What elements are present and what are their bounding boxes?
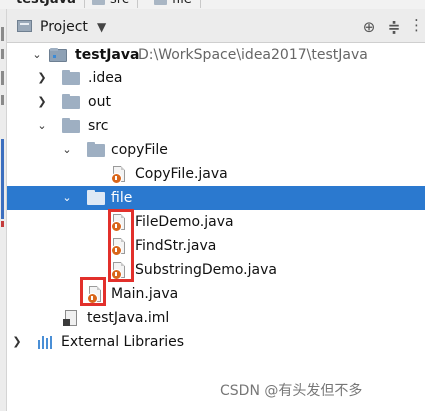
java-class-icon — [87, 286, 101, 304]
module-path: D:\WorkSpace\idea2017\testJava — [138, 47, 368, 63]
chevron-right-icon[interactable]: ❯ — [35, 66, 49, 90]
tree-row-findstr-java[interactable]: FindStr.java — [7, 234, 425, 258]
view-dropdown-icon[interactable]: ▼ — [97, 18, 106, 36]
chevron-down-icon[interactable]: ⌄ — [60, 186, 74, 210]
tree-label: Main.java — [111, 286, 179, 302]
project-panel-header: Project ▼ ⊕ ≑ ⋮ — [7, 9, 425, 43]
panel-title[interactable]: Project — [40, 18, 88, 36]
tree-row-external-libraries[interactable]: ❯ External Libraries — [7, 330, 425, 354]
tree-row-file[interactable]: ⌄ file — [7, 186, 425, 210]
tree-row-out[interactable]: ❯ out — [7, 90, 425, 114]
project-icon — [17, 20, 32, 32]
tree-row-filedemo-java[interactable]: FileDemo.java — [7, 210, 425, 234]
tree-label: FindStr.java — [135, 238, 217, 254]
tree-label: out — [88, 94, 111, 110]
folder-icon — [154, 0, 167, 5]
project-tree: ⌄ testJava D:\WorkSpace\idea2017\testJav… — [0, 43, 425, 411]
tree-row-root[interactable]: ⌄ testJava D:\WorkSpace\idea2017\testJav… — [7, 43, 425, 67]
libraries-icon — [38, 336, 54, 349]
crosshair-icon[interactable]: ⊕ — [359, 17, 379, 37]
tree-label: copyFile — [111, 142, 168, 158]
tree-label: FileDemo.java — [135, 214, 234, 230]
collapse-icon[interactable]: ≑ — [384, 17, 404, 37]
package-folder-icon — [87, 142, 105, 157]
module-file-icon — [63, 310, 77, 326]
chevron-right-icon[interactable]: ❯ — [35, 90, 49, 114]
folder-icon — [62, 94, 80, 109]
folder-icon — [92, 0, 105, 5]
tree-row-copyfile[interactable]: ⌄ copyFile — [7, 138, 425, 162]
tree-label: src — [88, 118, 109, 134]
watermark: CSDN @有头发但不多 — [220, 383, 363, 399]
tree-label: CopyFile.java — [135, 166, 228, 182]
vertical-dots-icon[interactable]: ⋮ — [409, 15, 424, 35]
tree-row-iml[interactable]: testJava.iml — [7, 306, 425, 330]
chevron-right-icon[interactable]: ❯ — [10, 330, 24, 354]
tree-label: file — [111, 190, 133, 206]
java-class-icon — [111, 262, 125, 280]
breadcrumb-testjava[interactable]: testJava — [0, 0, 85, 8]
folder-icon — [62, 118, 80, 133]
breadcrumb: testJava src file — [0, 0, 425, 9]
tree-label: testJava.iml — [87, 310, 170, 326]
chevron-down-icon[interactable]: ⌄ — [35, 114, 49, 138]
tree-label: testJava — [75, 47, 140, 63]
tree-label: External Libraries — [61, 334, 184, 350]
tree-row-src[interactable]: ⌄ src — [7, 114, 425, 138]
tree-label: .idea — [88, 70, 123, 86]
chevron-down-icon[interactable]: ⌄ — [60, 138, 74, 162]
tree-label: SubstringDemo.java — [135, 262, 277, 278]
java-class-icon — [111, 214, 125, 232]
tree-row-idea[interactable]: ❯ .idea — [7, 66, 425, 90]
tool-tab-mark — [1, 27, 4, 41]
folder-icon — [62, 70, 80, 85]
tree-row-main-java[interactable]: Main.java — [7, 282, 425, 306]
breadcrumb-src[interactable]: src — [88, 0, 138, 8]
package-folder-icon — [87, 190, 105, 205]
java-class-icon — [111, 166, 125, 184]
chevron-down-icon[interactable]: ⌄ — [30, 43, 44, 67]
java-class-icon — [111, 238, 125, 256]
tree-row-substringdemo-java[interactable]: SubstringDemo.java — [7, 258, 425, 282]
module-folder-icon — [49, 48, 67, 62]
tree-row-copyfile-java[interactable]: CopyFile.java — [7, 162, 425, 186]
breadcrumb-file[interactable]: file — [150, 0, 201, 8]
